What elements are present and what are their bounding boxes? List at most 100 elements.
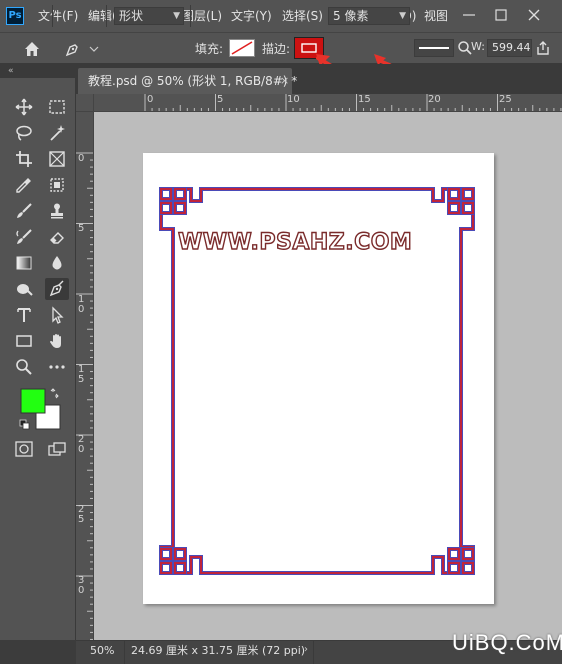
eyedropper-tool[interactable] [12,174,36,196]
magic-wand-tool[interactable] [45,122,69,144]
separator [52,5,53,27]
move-icon [15,98,33,116]
more-icon [49,365,65,369]
eraser-tool[interactable] [45,226,69,248]
chevron-right-icon[interactable]: › [304,644,308,655]
stroke-width-value: 5 像素 [333,9,369,23]
stroke-width-select[interactable]: 5 像素 ▼ [328,7,410,25]
site-watermark: UiBQ.CoM [452,630,562,655]
document-tab[interactable]: 教程.psd @ 50% (形状 1, RGB/8#) * [78,68,297,94]
toolbar-collapse-toggle[interactable]: « [0,64,76,78]
magic-wand-icon [50,125,65,141]
vertical-ruler[interactable]: 0 5 1 0 1 5 2 0 2 5 3 0 [76,112,94,640]
chevron-down-icon: ▼ [173,11,180,21]
crop-icon [16,151,32,167]
home-icon[interactable] [22,40,42,58]
tab-close-icon[interactable]: × [280,68,292,94]
dodge-tool[interactable] [12,278,36,300]
move-tool[interactable] [12,96,36,118]
ruler-label: 0 [147,94,154,105]
tool-mode-select[interactable]: 形状 ▼ [114,7,184,25]
document-tab-title: 教程.psd @ 50% (形状 1, RGB/8#) * [88,74,298,88]
screen-mode-button[interactable] [45,438,69,460]
more-tools[interactable] [45,356,69,378]
pen-tool[interactable] [45,278,69,300]
ruler-label: 20 [428,94,441,105]
stamp-icon [51,203,63,219]
ruler-label: 1 5 [78,364,85,385]
foreground-color-swatch[interactable] [20,388,46,414]
pen-tool-preset-icon[interactable] [64,40,82,58]
maximize-icon[interactable] [494,8,508,22]
quick-mask-icon [15,441,33,457]
clone-stamp-tool[interactable] [45,200,69,222]
separator [190,5,191,27]
stroke-label: 描边: [262,42,291,56]
photoshop-logo: Ps [6,7,24,25]
menu-view[interactable]: 视图 [424,0,448,32]
type-tool[interactable] [12,304,36,326]
menu-bar [0,0,562,32]
frame-icon [49,151,65,167]
watermark-text: WWW.PSAHZ.COM [177,229,413,255]
menu-select[interactable]: 选择(S) [282,0,323,32]
crop-tool[interactable] [12,148,36,170]
document-size-info[interactable]: 24.69 厘米 x 31.75 厘米 (72 ppi) [124,640,314,664]
hand-icon [50,334,61,348]
menu-type[interactable]: 文字(Y) [231,0,272,32]
menu-layer[interactable]: 图层(L) [182,0,222,32]
zoom-icon [16,359,32,375]
fill-swatch[interactable] [229,39,255,57]
width-value: 599.44 [492,41,531,54]
ruler-label: 5 [217,94,224,105]
screen-mode-icon [48,442,66,456]
rectangle-icon [16,335,32,347]
pen-icon [49,280,64,297]
gradient-icon [16,256,32,270]
eyedropper-icon [16,178,31,193]
path-selection-tool[interactable] [45,304,69,326]
minimize-icon[interactable] [462,8,476,22]
lasso-tool[interactable] [12,122,36,144]
blur-tool[interactable] [45,252,69,274]
rectangular-marquee-icon [49,100,65,114]
ruler-label: 0 [78,153,85,164]
ruler-label: 2 5 [78,504,85,525]
object-selection-tool[interactable] [45,174,69,196]
marquee-tool[interactable] [45,96,69,118]
chevron-down-icon[interactable] [89,45,99,53]
history-brush-icon [16,229,32,244]
horizontal-ruler-ticks [144,94,562,111]
ruler-label: 2 0 [78,434,85,455]
ruler-label: 15 [358,94,371,105]
eraser-icon [50,232,64,244]
horizontal-ruler[interactable]: 0 5 10 15 20 25 [94,94,562,112]
lasso-icon [16,125,32,141]
color-swatches[interactable] [18,386,66,432]
gradient-tool[interactable] [12,252,36,274]
rectangle-tool[interactable] [12,330,36,352]
ruler-label: 1 0 [78,294,85,315]
zoom-level[interactable]: 50% [90,644,114,657]
hand-tool[interactable] [45,330,69,352]
ruler-label: 3 0 [78,575,85,596]
width-input[interactable]: 599.44 [487,39,532,57]
zoom-tool[interactable] [12,356,36,378]
width-label: W: [471,40,485,53]
close-icon[interactable] [526,7,542,23]
drop-icon [52,256,62,270]
history-brush-tool[interactable] [12,226,36,248]
ruler-label: 25 [499,94,512,105]
ruler-label: 5 [78,223,85,234]
brush-tool[interactable] [12,200,36,222]
quick-mask-button[interactable] [12,438,36,460]
share-icon[interactable] [535,40,551,56]
swap-colors-icon[interactable] [50,388,59,399]
stroke-type-select[interactable] [414,39,454,57]
decorative-border-frame[interactable] [143,153,494,604]
menu-file[interactable]: 文件(F) [38,0,78,32]
dodge-icon [17,284,33,296]
ruler-origin[interactable] [76,94,94,112]
frame-tool[interactable] [45,148,69,170]
ruler-label: 10 [287,94,300,105]
